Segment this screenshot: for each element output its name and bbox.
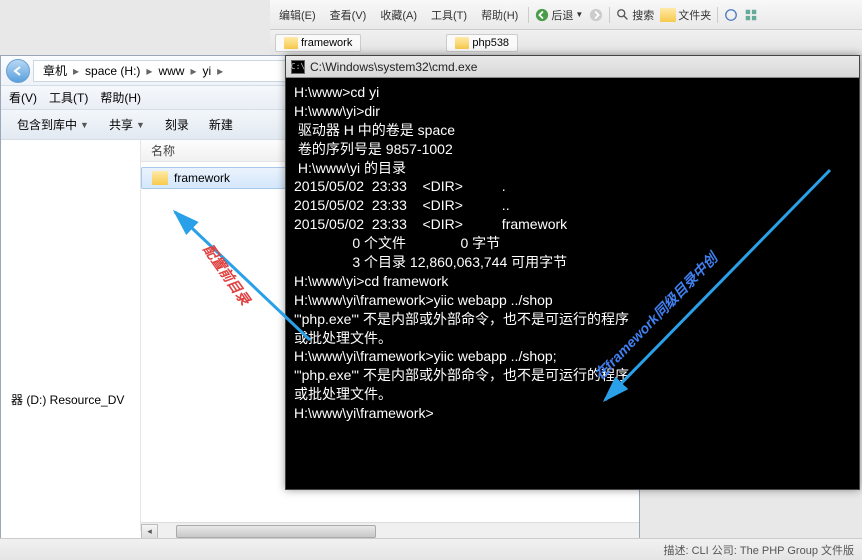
folder-icon xyxy=(152,171,168,185)
cmd-line: 0 个文件 0 字节 xyxy=(294,234,851,253)
burn-button[interactable]: 刻录 xyxy=(157,113,197,136)
menu-view[interactable]: 查看(V) xyxy=(326,5,371,25)
breadcrumb-segment[interactable]: yi xyxy=(198,64,215,78)
folder-icon xyxy=(660,8,676,22)
chevron-right-icon: ▸ xyxy=(144,64,154,78)
separator xyxy=(717,7,718,23)
column-name[interactable]: 名称 xyxy=(151,142,175,159)
cmd-line: 2015/05/02 23:33 <DIR> .. xyxy=(294,196,851,215)
tab-label: php538 xyxy=(472,37,509,49)
status-text: 描述: CLI 公司: The PHP Group 文件版 xyxy=(663,542,854,558)
cmd-window: C:\ C:\Windows\system32\cmd.exe H:\www>c… xyxy=(285,55,860,490)
menu-tools[interactable]: 工具(T) xyxy=(49,89,88,106)
cmd-line: H:\www\yi 的目录 xyxy=(294,159,851,178)
folder-icon xyxy=(455,37,469,49)
menu-edit[interactable]: 编辑(E) xyxy=(275,5,320,25)
menu-help[interactable]: 帮助(H) xyxy=(100,89,141,106)
include-in-library-button[interactable]: 包含到库中▼ xyxy=(9,113,97,136)
cmd-line: 或批处理文件。 xyxy=(294,329,851,348)
breadcrumb-segment[interactable]: www xyxy=(154,64,188,78)
horizontal-scrollbar[interactable]: ◂ xyxy=(141,522,639,539)
back-button[interactable]: 后退 ▼ xyxy=(535,7,583,23)
navigation-tree: 器 (D:) Resource_DV xyxy=(1,140,141,531)
breadcrumb-segment[interactable]: 章机 xyxy=(39,62,71,79)
grid-icon[interactable] xyxy=(744,8,758,22)
status-bar: 描述: CLI 公司: The PHP Group 文件版 xyxy=(0,538,862,560)
cmd-line: '"php.exe"' 不是内部或外部命令，也不是可运行的程序 xyxy=(294,366,851,385)
cmd-line: '"php.exe"' 不是内部或外部命令，也不是可运行的程序 xyxy=(294,310,851,329)
dropdown-icon: ▼ xyxy=(80,120,89,130)
tab-framework[interactable]: framework xyxy=(275,34,361,52)
tree-item-drive-d[interactable]: 器 (D:) Resource_DV xyxy=(5,388,136,411)
menu-tools[interactable]: 工具(T) xyxy=(427,5,471,25)
item-name: framework xyxy=(174,171,230,185)
cmd-line: 或批处理文件。 xyxy=(294,385,851,404)
share-button[interactable]: 共享▼ xyxy=(101,113,153,136)
cmd-line: H:\www\yi\framework>yiic webapp ../shop xyxy=(294,291,851,310)
cmd-line: 驱动器 H 中的卷是 space xyxy=(294,121,851,140)
separator xyxy=(609,7,610,23)
cmd-title: C:\Windows\system32\cmd.exe xyxy=(310,60,477,74)
search-button[interactable]: 搜索 xyxy=(616,7,654,23)
folder-icon xyxy=(284,37,298,49)
chevron-right-icon: ▸ xyxy=(215,64,225,78)
cmd-line: 卷的序列号是 9857-1002 xyxy=(294,140,851,159)
back-arrow-icon xyxy=(535,8,549,22)
cmd-line: H:\www\yi>cd framework xyxy=(294,272,851,291)
cmd-line: H:\www>cd yi xyxy=(294,83,851,102)
cmd-icon: C:\ xyxy=(291,60,305,74)
dropdown-icon: ▼ xyxy=(136,120,145,130)
forward-icon[interactable] xyxy=(589,8,603,22)
scroll-thumb[interactable] xyxy=(176,525,376,538)
cmd-line: H:\www\yi>dir xyxy=(294,102,851,121)
menu-view[interactable]: 看(V) xyxy=(9,89,37,106)
background-menu-bar: 编辑(E) 查看(V) 收藏(A) 工具(T) 帮助(H) 后退 ▼ 搜索 文件… xyxy=(270,0,862,30)
chevron-right-icon: ▸ xyxy=(188,64,198,78)
cmd-line: 2015/05/02 23:33 <DIR> framework xyxy=(294,215,851,234)
back-arrow-icon xyxy=(12,65,24,77)
menu-help[interactable]: 帮助(H) xyxy=(477,5,522,25)
sync-icon[interactable] xyxy=(724,8,738,22)
cmd-output[interactable]: H:\www>cd yiH:\www\yi>dir 驱动器 H 中的卷是 spa… xyxy=(286,78,859,428)
cmd-line: H:\www\yi\framework>yiic webapp ../shop; xyxy=(294,347,851,366)
chevron-right-icon: ▸ xyxy=(71,64,81,78)
search-icon xyxy=(616,8,630,22)
cmd-titlebar[interactable]: C:\ C:\Windows\system32\cmd.exe xyxy=(286,56,859,78)
folders-button[interactable]: 文件夹 xyxy=(660,7,711,23)
cmd-line: 3 个目录 12,860,063,744 可用字节 xyxy=(294,253,851,272)
scroll-left-button[interactable]: ◂ xyxy=(141,524,158,539)
tab-label: framework xyxy=(301,37,352,49)
back-button[interactable] xyxy=(6,59,30,83)
breadcrumb-segment[interactable]: space (H:) xyxy=(81,64,144,78)
address-tab-bar: framework php538 xyxy=(270,30,862,56)
new-button[interactable]: 新建 xyxy=(201,113,241,136)
separator xyxy=(528,7,529,23)
cmd-line: H:\www\yi\framework> xyxy=(294,404,851,423)
cmd-line: 2015/05/02 23:33 <DIR> . xyxy=(294,177,851,196)
menu-favorites[interactable]: 收藏(A) xyxy=(376,5,421,25)
tab-php538[interactable]: php538 xyxy=(446,34,518,52)
